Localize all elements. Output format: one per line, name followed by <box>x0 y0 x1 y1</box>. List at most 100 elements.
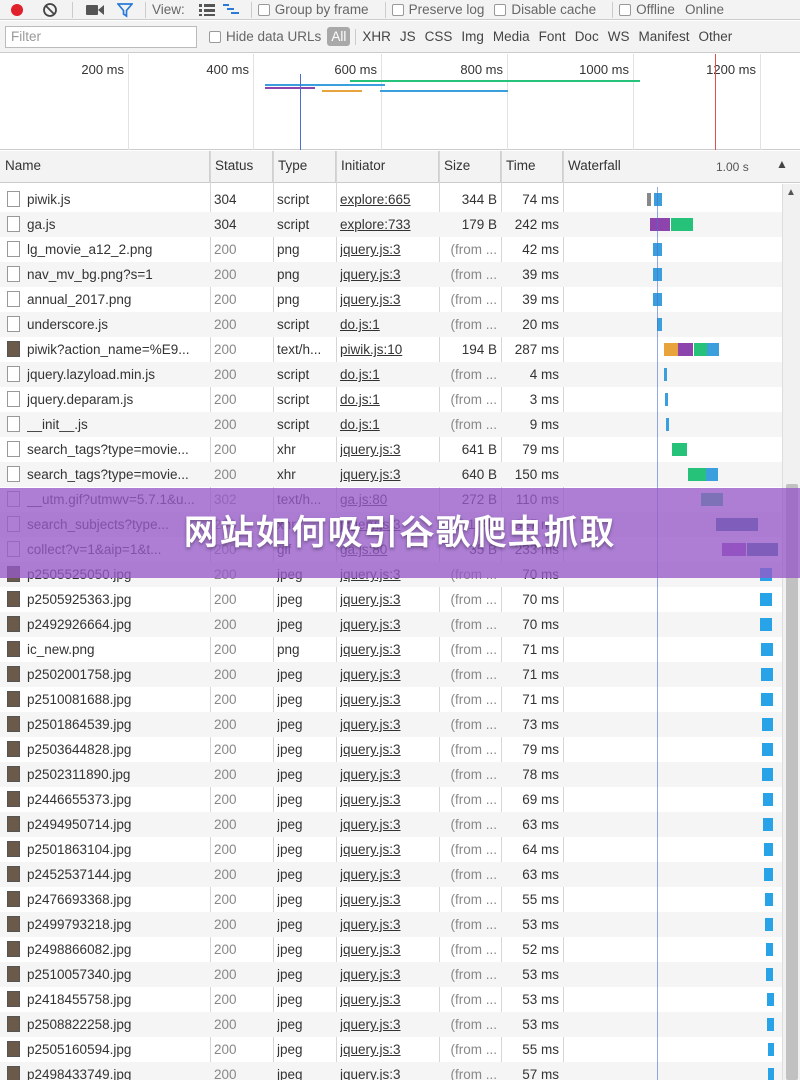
request-row[interactable]: p2476693368.jpg 200 jpeg jquery.js:3 (from .… <box>0 887 782 912</box>
request-initiator[interactable]: explore:733 <box>340 212 436 237</box>
request-initiator[interactable]: jquery.js:3 <box>340 1062 436 1080</box>
throttling-select[interactable]: Online <box>685 2 724 17</box>
request-initiator[interactable]: do.js:1 <box>340 312 436 337</box>
request-initiator[interactable]: do.js:1 <box>340 412 436 437</box>
request-initiator[interactable]: jquery.js:3 <box>340 837 436 862</box>
request-initiator[interactable]: jquery.js:3 <box>340 612 436 637</box>
request-initiator[interactable]: jquery.js:3 <box>340 937 436 962</box>
request-initiator[interactable]: jquery.js:3 <box>340 262 436 287</box>
request-row[interactable]: piwik.js 304 script explore:665 344 B 74 ms <box>0 187 782 212</box>
large-rows-button[interactable] <box>195 0 219 19</box>
request-row[interactable]: p2498866082.jpg 200 jpeg jquery.js:3 (from .… <box>0 937 782 962</box>
request-row[interactable]: annual_2017.png 200 png jquery.js:3 (from ..… <box>0 287 782 312</box>
request-initiator[interactable]: explore:665 <box>340 187 436 212</box>
request-initiator[interactable]: piwik.js:10 <box>340 337 436 362</box>
request-row[interactable]: p2498433749.jpg 200 jpeg jquery.js:3 (from .… <box>0 1062 782 1080</box>
request-initiator[interactable]: jquery.js:3 <box>340 437 436 462</box>
request-row[interactable]: jquery.lazyload.min.js 200 script do.js:1 (f… <box>0 362 782 387</box>
request-type: xhr <box>277 467 296 482</box>
request-row[interactable]: jquery.deparam.js 200 script do.js:1 (from .… <box>0 387 782 412</box>
request-initiator[interactable]: do.js:1 <box>340 387 436 412</box>
filter-type-media[interactable]: Media <box>493 29 530 44</box>
request-initiator[interactable]: jquery.js:3 <box>340 887 436 912</box>
request-row[interactable]: underscore.js 200 script do.js:1 (from ... 20… <box>0 312 782 337</box>
column-header-status[interactable]: Status <box>210 151 273 183</box>
capture-screenshots-button[interactable] <box>79 0 111 19</box>
request-row[interactable]: nav_mv_bg.png?s=1 200 png jquery.js:3 (from … <box>0 262 782 287</box>
request-initiator[interactable]: jquery.js:3 <box>340 812 436 837</box>
request-row[interactable]: p2502001758.jpg 200 jpeg jquery.js:3 (from .… <box>0 662 782 687</box>
request-initiator[interactable]: jquery.js:3 <box>340 462 436 487</box>
request-initiator[interactable]: jquery.js:3 <box>340 1012 436 1037</box>
filter-type-xhr[interactable]: XHR <box>362 29 391 44</box>
filter-type-font[interactable]: Font <box>539 29 566 44</box>
vertical-scrollbar[interactable]: ▲ <box>782 184 800 1080</box>
preserve-log-checkbox[interactable] <box>391 3 404 16</box>
filter-input[interactable] <box>5 25 197 48</box>
request-initiator[interactable]: jquery.js:3 <box>340 662 436 687</box>
filter-type-all[interactable]: All <box>327 27 351 46</box>
request-initiator[interactable]: jquery.js:3 <box>340 587 436 612</box>
request-initiator[interactable]: jquery.js:3 <box>340 637 436 662</box>
request-initiator[interactable]: jquery.js:3 <box>340 762 436 787</box>
request-row[interactable]: p2510081688.jpg 200 jpeg jquery.js:3 (from .… <box>0 687 782 712</box>
request-row[interactable]: search_tags?type=movie... 200 xhr jquery.js… <box>0 462 782 487</box>
request-initiator[interactable]: jquery.js:3 <box>340 737 436 762</box>
request-row[interactable]: p2446655373.jpg 200 jpeg jquery.js:3 (from .… <box>0 787 782 812</box>
group-by-frame-checkbox[interactable] <box>257 3 270 16</box>
column-header-size[interactable]: Size <box>439 151 501 183</box>
request-initiator[interactable]: jquery.js:3 <box>340 712 436 737</box>
filter-type-js[interactable]: JS <box>400 29 416 44</box>
request-row[interactable]: p2505160594.jpg 200 jpeg jquery.js:3 (from .… <box>0 1037 782 1062</box>
sort-triangle-icon[interactable]: ▲ <box>776 157 788 171</box>
show-overview-button[interactable] <box>219 0 245 19</box>
request-row[interactable]: search_tags?type=movie... 200 xhr jquery.js… <box>0 437 782 462</box>
request-initiator[interactable]: jquery.js:3 <box>340 687 436 712</box>
column-header-initiator[interactable]: Initiator <box>336 151 439 183</box>
hide-data-urls-checkbox[interactable] <box>209 30 221 43</box>
request-initiator[interactable]: jquery.js:3 <box>340 987 436 1012</box>
request-row[interactable]: lg_movie_a12_2.png 200 png jquery.js:3 (from… <box>0 237 782 262</box>
column-header-time[interactable]: Time <box>501 151 563 183</box>
filter-type-img[interactable]: Img <box>461 29 484 44</box>
request-row[interactable]: __init__.js 200 script do.js:1 (from ... 9 ms <box>0 412 782 437</box>
request-initiator[interactable]: jquery.js:3 <box>340 962 436 987</box>
request-row[interactable]: p2503644828.jpg 200 jpeg jquery.js:3 (from .… <box>0 737 782 762</box>
request-row[interactable]: ga.js 304 script explore:733 179 B 242 ms <box>0 212 782 237</box>
request-row[interactable]: ic_new.png 200 png jquery.js:3 (from ... 71 m… <box>0 637 782 662</box>
filter-toggle-button[interactable] <box>111 0 139 19</box>
filter-type-doc[interactable]: Doc <box>575 29 599 44</box>
request-row[interactable]: p2505925363.jpg 200 jpeg jquery.js:3 (from .… <box>0 587 782 612</box>
request-row[interactable]: p2499793218.jpg 200 jpeg jquery.js:3 (from .… <box>0 912 782 937</box>
network-overview[interactable]: 200 ms 400 ms 600 ms 800 ms 1000 ms 1200… <box>0 54 800 150</box>
waterfall-bar <box>706 468 718 481</box>
offline-checkbox[interactable] <box>619 3 632 16</box>
filter-type-ws[interactable]: WS <box>608 29 630 44</box>
request-row[interactable]: p2501863104.jpg 200 jpeg jquery.js:3 (from .… <box>0 837 782 862</box>
request-initiator[interactable]: jquery.js:3 <box>340 912 436 937</box>
request-row[interactable]: p2492926664.jpg 200 jpeg jquery.js:3 (from .… <box>0 612 782 637</box>
request-initiator[interactable]: jquery.js:3 <box>340 862 436 887</box>
disable-cache-checkbox[interactable] <box>494 3 507 16</box>
request-initiator[interactable]: jquery.js:3 <box>340 1037 436 1062</box>
filter-type-manifest[interactable]: Manifest <box>638 29 689 44</box>
request-row[interactable]: p2502311890.jpg 200 jpeg jquery.js:3 (from .… <box>0 762 782 787</box>
request-row[interactable]: p2501864539.jpg 200 jpeg jquery.js:3 (from .… <box>0 712 782 737</box>
filter-type-other[interactable]: Other <box>698 29 732 44</box>
request-initiator[interactable]: jquery.js:3 <box>340 787 436 812</box>
request-row[interactable]: p2508822258.jpg 200 jpeg jquery.js:3 (from .… <box>0 1012 782 1037</box>
request-initiator[interactable]: jquery.js:3 <box>340 237 436 262</box>
request-initiator[interactable]: do.js:1 <box>340 362 436 387</box>
request-row[interactable]: p2494950714.jpg 200 jpeg jquery.js:3 (from .… <box>0 812 782 837</box>
record-button[interactable] <box>0 0 34 19</box>
request-row[interactable]: p2418455758.jpg 200 jpeg jquery.js:3 (from .… <box>0 987 782 1012</box>
filter-type-css[interactable]: CSS <box>425 29 453 44</box>
request-initiator[interactable]: jquery.js:3 <box>340 287 436 312</box>
request-row[interactable]: p2452537144.jpg 200 jpeg jquery.js:3 (from .… <box>0 862 782 887</box>
scroll-up-arrow-icon[interactable]: ▲ <box>786 187 796 198</box>
column-header-name[interactable]: Name <box>0 151 210 183</box>
request-row[interactable]: piwik?action_name=%E9... 200 text/h... piwi… <box>0 337 782 362</box>
request-row[interactable]: p2510057340.jpg 200 jpeg jquery.js:3 (from .… <box>0 962 782 987</box>
column-header-type[interactable]: Type <box>273 151 336 183</box>
clear-button[interactable] <box>34 0 66 19</box>
